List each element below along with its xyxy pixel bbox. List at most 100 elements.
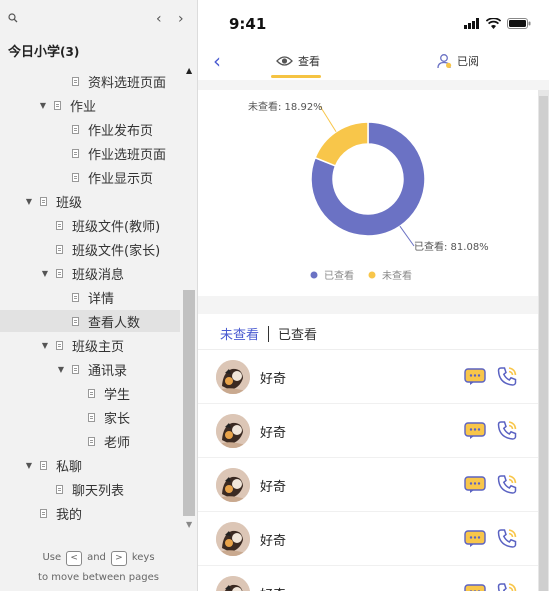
page-icon xyxy=(40,460,47,470)
list-item[interactable]: 好奇 xyxy=(198,458,538,512)
message-icon[interactable] xyxy=(464,422,486,444)
tree-item[interactable]: ▼ 班级 xyxy=(24,190,82,212)
list-item[interactable]: 好奇 xyxy=(198,512,538,566)
list-item[interactable]: 好奇 xyxy=(198,350,538,404)
expand-arrow-icon[interactable]: ▼ xyxy=(56,365,66,374)
status-icons xyxy=(464,18,531,29)
tree-item-label: 学生 xyxy=(104,387,131,403)
tree-item[interactable]: 作业发布页 xyxy=(56,118,153,140)
tree-item-label: 私聊 xyxy=(56,459,83,475)
tree-item[interactable]: 家长 xyxy=(72,406,130,428)
previous-page-icon[interactable]: ‹ xyxy=(156,11,162,27)
message-icon[interactable] xyxy=(464,368,486,390)
page-icon xyxy=(40,508,47,518)
tree-item[interactable]: ▼ 作业 xyxy=(38,94,96,116)
contact-name: 好奇 xyxy=(260,584,286,591)
project-title[interactable]: 今日小学(3) xyxy=(8,41,79,60)
page-icon xyxy=(56,484,63,494)
message-icon[interactable] xyxy=(464,476,486,498)
expand-arrow-icon[interactable]: ▼ xyxy=(38,101,48,110)
tree-item[interactable]: 资料选班页面 xyxy=(56,70,166,92)
tree-item[interactable]: 老师 xyxy=(72,430,130,452)
next-page-icon[interactable]: › xyxy=(178,11,184,27)
tree-item[interactable]: ▼ 班级消息 xyxy=(40,262,124,284)
search-icon[interactable] xyxy=(8,13,18,23)
tree-item[interactable]: 作业选班页面 xyxy=(56,142,166,164)
status-time: 9:41 xyxy=(229,15,267,33)
keyboard-hint: Use < and > keys xyxy=(0,551,197,566)
tab-viewed[interactable]: 已查看 xyxy=(278,324,317,343)
page-icon xyxy=(88,436,95,446)
phone-call-icon[interactable] xyxy=(496,419,518,445)
tree-item[interactable]: 查看人数 xyxy=(0,310,180,332)
message-icon[interactable] xyxy=(464,584,486,591)
sidebar-toolbar: ‹ › xyxy=(0,0,197,36)
tree-item-label: 资料选班页面 xyxy=(88,75,167,91)
top-nav: ‹ 查看 已阅 xyxy=(198,44,549,80)
tree-item[interactable]: 学生 xyxy=(72,382,130,404)
page-icon xyxy=(56,268,63,278)
page-icon xyxy=(88,412,95,422)
legend-marker xyxy=(368,271,376,279)
list-item[interactable]: 好奇 xyxy=(198,404,538,458)
expand-arrow-icon[interactable]: ▼ xyxy=(24,461,34,470)
tree-item[interactable]: 我的 xyxy=(24,502,82,524)
tab-view[interactable]: 查看 xyxy=(276,53,320,69)
tree-item-label: 作业选班页面 xyxy=(88,147,167,163)
donut-slice xyxy=(314,121,369,167)
tree-item-label: 班级主页 xyxy=(72,339,125,355)
page-icon xyxy=(54,100,61,110)
sidebar-scroll-thumb[interactable] xyxy=(183,290,195,516)
tree-item-label: 作业 xyxy=(70,99,97,115)
page-icon xyxy=(56,220,63,230)
page-icon xyxy=(56,244,63,254)
avatar xyxy=(216,576,250,591)
tree-item[interactable]: 班级文件(家长) xyxy=(40,238,160,260)
scroll-down-arrow-icon[interactable]: ▼ xyxy=(186,520,192,529)
tree-item-label: 作业显示页 xyxy=(88,171,154,187)
legend-label[interactable]: 已查看 xyxy=(324,269,354,282)
tab-read[interactable]: 已阅 xyxy=(436,53,479,69)
contact-name: 好奇 xyxy=(260,426,287,441)
expand-arrow-icon[interactable]: ▼ xyxy=(40,269,50,278)
tree-item-label: 老师 xyxy=(104,435,131,451)
message-icon[interactable] xyxy=(464,530,486,552)
tree-item[interactable]: ▼ 通讯录 xyxy=(56,358,127,380)
tree-item[interactable]: 班级文件(教师) xyxy=(40,214,160,236)
viewer-list-tabs: 未查看 已查看 xyxy=(220,324,317,343)
phone-call-icon[interactable] xyxy=(496,473,518,499)
page-icon xyxy=(56,340,63,350)
battery-icon xyxy=(507,18,531,29)
tree-item[interactable]: 聊天列表 xyxy=(40,478,124,500)
tree-item[interactable]: ▼ 班级主页 xyxy=(40,334,124,356)
keyboard-hint-line2: to move between pages xyxy=(38,572,159,583)
wifi-icon xyxy=(486,18,501,29)
list-item[interactable]: 好奇 xyxy=(198,566,538,591)
phone-call-icon[interactable] xyxy=(496,527,518,553)
tree-item[interactable]: ▼ 私聊 xyxy=(24,454,82,476)
project-count: (3) xyxy=(60,45,80,59)
tree-item-label: 查看人数 xyxy=(88,315,141,331)
tree-item-label: 我的 xyxy=(56,507,83,523)
scroll-up-arrow-icon[interactable]: ▲ xyxy=(186,66,192,75)
legend-marker xyxy=(310,271,318,279)
phone-call-icon[interactable] xyxy=(496,365,518,391)
hint-keys-text: keys xyxy=(131,552,155,563)
expand-arrow-icon[interactable]: ▼ xyxy=(40,341,50,350)
phone-scroll-thumb[interactable] xyxy=(539,96,548,591)
page-icon xyxy=(72,316,79,326)
legend-label[interactable]: 未查看 xyxy=(382,269,412,282)
phone-call-icon[interactable] xyxy=(496,581,518,591)
tab-unviewed[interactable]: 未查看 xyxy=(220,324,259,343)
page-icon xyxy=(72,148,79,158)
tree-item-label: 班级 xyxy=(56,195,83,211)
tree-item[interactable]: 作业显示页 xyxy=(56,166,153,188)
page-icon xyxy=(72,292,79,302)
tree-item[interactable]: 详情 xyxy=(56,286,114,308)
contact-name: 好奇 xyxy=(260,480,287,495)
back-arrow-icon[interactable]: ‹ xyxy=(213,49,221,73)
chart-card: 已查看: 81.08% 未查看: 18.92% 已查看 未查看 xyxy=(198,90,549,296)
section-divider xyxy=(198,80,549,90)
expand-arrow-icon[interactable]: ▼ xyxy=(24,197,34,206)
data-label: 已查看: 81.08% xyxy=(414,240,489,253)
